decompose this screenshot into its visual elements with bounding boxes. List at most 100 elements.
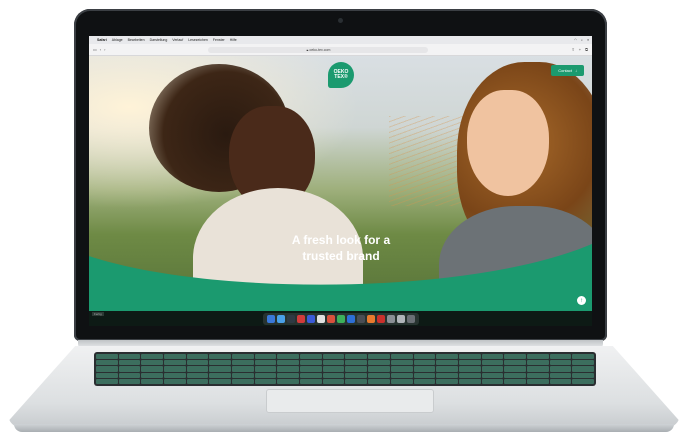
back-arrow-icon[interactable]: ‹ <box>100 47 101 52</box>
keyboard-key <box>96 360 118 366</box>
keyboard-key <box>300 360 322 366</box>
keyboard-key <box>549 372 572 378</box>
contact-button[interactable]: Contact ↓ <box>551 65 584 76</box>
keyboard-key <box>413 360 436 366</box>
dock-app-icon[interactable] <box>306 314 315 323</box>
keyboard-key <box>504 366 526 372</box>
keyboard-key <box>481 354 504 360</box>
sidebar-toggle-icon[interactable]: ▭ <box>93 47 97 52</box>
keyboard-key <box>504 354 526 360</box>
keyboard-key <box>277 378 300 384</box>
keyboard-key <box>96 372 118 378</box>
keyboard-key <box>390 378 413 384</box>
keyboard-key <box>164 372 186 378</box>
laptop-front-edge <box>14 424 674 432</box>
keyboard-key <box>118 366 141 372</box>
keyboard-key <box>572 366 594 372</box>
keyboard-key <box>254 372 277 378</box>
arrow-up-icon: ↑ <box>580 297 583 304</box>
keyboard-key <box>572 378 594 384</box>
keyboard-key <box>504 360 526 366</box>
forward-arrow-icon[interactable]: › <box>104 47 105 52</box>
browser-toolbar: ▭ ‹ › 🔒︎ oeko-tex.com ⇪ + ⧉ <box>89 44 592 56</box>
menu-item-darstellung[interactable]: Darstellung <box>150 38 168 42</box>
menu-item-safari[interactable]: Safari <box>97 38 107 42</box>
dock-app-icon[interactable] <box>286 314 295 323</box>
keyboard-key <box>526 360 549 366</box>
menu-item-lesezeichen[interactable]: Lesezeichen <box>188 38 208 42</box>
dock-app-icon[interactable] <box>396 314 405 323</box>
status-tag: Fertig <box>92 312 104 316</box>
scroll-up-button[interactable]: ↑ <box>577 296 586 305</box>
keyboard-key <box>345 360 368 366</box>
keyboard-key <box>368 378 390 384</box>
search-icon[interactable]: ⌕ <box>581 38 583 42</box>
keyboard-key <box>300 366 322 372</box>
tabs-overview-icon[interactable]: ⧉ <box>585 47 588 52</box>
keyboard-key <box>526 354 549 360</box>
keyboard-key <box>300 354 322 360</box>
dock-app-icon[interactable] <box>326 314 335 323</box>
keyboard-key <box>390 366 413 372</box>
keyboard-key <box>254 366 277 372</box>
keyboard-key <box>322 366 345 372</box>
keyboard-key <box>549 378 572 384</box>
keyboard-key <box>141 354 164 360</box>
keyboard-key <box>481 360 504 366</box>
dock-app-icon[interactable] <box>266 314 275 323</box>
laptop-display: Safari Ablage Bearbeiten Darstellung Ver… <box>74 9 607 341</box>
share-icon[interactable]: ⇪ <box>571 47 574 52</box>
keyboard-key <box>526 372 549 378</box>
menu-item-bearbeiten[interactable]: Bearbeiten <box>128 38 145 42</box>
control-center-icon[interactable]: ≡ <box>587 38 589 42</box>
dock-app-icon[interactable] <box>296 314 305 323</box>
dock-app-icon[interactable] <box>346 314 355 323</box>
keyboard-key <box>322 372 345 378</box>
menu-item-fenster[interactable]: Fenster <box>213 38 225 42</box>
menu-item-hilfe[interactable]: Hilfe <box>230 38 237 42</box>
dock-area: Fertig <box>89 311 592 326</box>
keyboard-key <box>436 378 458 384</box>
keyboard-key <box>322 360 345 366</box>
dock-app-icon[interactable] <box>336 314 345 323</box>
keyboard-key <box>436 360 458 366</box>
menu-item-verlauf[interactable]: Verlauf <box>172 38 183 42</box>
dock-app-icon[interactable] <box>356 314 365 323</box>
dock-app-icon[interactable] <box>386 314 395 323</box>
keyboard-key <box>118 378 141 384</box>
new-tab-icon[interactable]: + <box>579 47 581 52</box>
arrow-down-icon: ↓ <box>575 68 577 73</box>
keyboard-key <box>164 360 186 366</box>
menu-item-ablage[interactable]: Ablage <box>112 38 123 42</box>
keyboard-key <box>186 372 209 378</box>
keyboard-key <box>549 360 572 366</box>
keyboard-key <box>186 360 209 366</box>
keyboard-key <box>209 372 232 378</box>
dock-app-icon[interactable] <box>366 314 375 323</box>
dock-app-icon[interactable] <box>406 314 415 323</box>
keyboard-key <box>300 378 322 384</box>
address-bar[interactable]: 🔒︎ oeko-tex.com <box>208 46 429 53</box>
keyboard-key <box>390 354 413 360</box>
keyboard-key <box>436 372 458 378</box>
keyboard-key <box>549 354 572 360</box>
keyboard-key <box>141 366 164 372</box>
keyboard-key <box>141 372 164 378</box>
dock-app-icon[interactable] <box>316 314 325 323</box>
menubar-status-icons: ◠ ⌕ ≡ <box>574 38 589 42</box>
trackpad[interactable] <box>266 389 434 413</box>
dock-app-icon[interactable] <box>376 314 385 323</box>
keyboard-key <box>254 360 277 366</box>
keyboard-key <box>526 378 549 384</box>
dock-app-icon[interactable] <box>276 314 285 323</box>
keyboard-key <box>118 372 141 378</box>
hero-section: OEKO TEX® Contact ↓ A fresh look for a t… <box>89 56 592 311</box>
keyboard-key <box>572 372 594 378</box>
keyboard-key <box>458 366 481 372</box>
keyboard-key <box>141 360 164 366</box>
wifi-icon[interactable]: ◠ <box>574 38 577 42</box>
oeko-tex-logo[interactable]: OEKO TEX® <box>328 62 354 88</box>
keyboard-key <box>96 366 118 372</box>
keyboard-key <box>345 372 368 378</box>
keyboard-key <box>232 378 254 384</box>
